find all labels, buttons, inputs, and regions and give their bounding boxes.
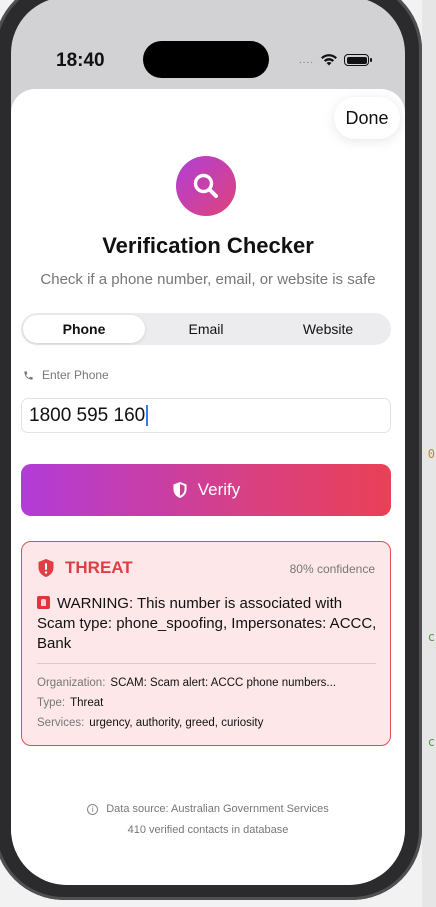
editor-glyph: c [427, 630, 435, 644]
page-subtitle: Check if a phone number, email, or websi… [40, 271, 376, 288]
input-label-text: Enter Phone [42, 368, 109, 382]
text-caret [146, 405, 149, 426]
search-icon [193, 173, 218, 198]
input-label: Enter Phone [23, 368, 109, 382]
siren-icon [37, 596, 50, 609]
result-card: THREAT 80% confidence WARNING: This numb… [21, 541, 391, 746]
detail-type: Type: Threat [37, 697, 382, 709]
info-icon: i [87, 804, 99, 815]
wifi-icon [321, 54, 337, 66]
footer-source-text: Data source: Australian Government Servi… [106, 803, 329, 815]
detail-organization: Organization: SCAM: Scam alert: ACCC phon… [37, 677, 382, 689]
detail-key: Services: [37, 717, 85, 729]
page-title: Verification Checker [102, 233, 314, 258]
background-editor-strip: 0 c c [422, 0, 436, 907]
verify-button[interactable]: Verify [21, 464, 391, 516]
phone-icon [24, 370, 33, 380]
phone-screen: 18:40 .... Done Verification Checker Che… [11, 0, 405, 885]
warning-text: WARNING: This number is associated with … [37, 595, 377, 652]
threat-status: THREAT [65, 558, 133, 577]
tab-email[interactable]: Email [145, 315, 267, 343]
signal-dots: .... [298, 54, 314, 66]
verification-sheet: Done Verification Checker Check if a pho… [11, 89, 405, 885]
battery-icon [344, 54, 372, 66]
footer-source: i Data source: Australian Government Serv… [11, 803, 405, 815]
editor-glyph: c [427, 735, 435, 749]
done-button[interactable]: Done [334, 97, 400, 139]
verify-button-label: Verify [197, 480, 241, 499]
phone-frame: 18:40 .... Done Verification Checker Che… [0, 0, 422, 900]
tab-phone[interactable]: Phone [23, 315, 145, 343]
result-header: THREAT [37, 558, 133, 578]
phone-input[interactable]: 1800 595 160 [21, 398, 391, 433]
detail-key: Type: [37, 697, 66, 709]
detail-services: Services: urgency, authority, greed, curi… [37, 717, 382, 729]
status-time: 18:40 [56, 50, 105, 71]
editor-glyph: 0 [427, 447, 435, 461]
app-icon [176, 156, 236, 216]
detail-key: Organization: [37, 677, 106, 689]
detail-value: Threat [70, 697, 104, 709]
divider [37, 663, 376, 664]
detail-value: urgency, authority, greed, curiosity [89, 717, 264, 729]
status-icons: .... [298, 53, 372, 67]
alert-shield-icon [38, 559, 54, 577]
tab-website[interactable]: Website [267, 315, 389, 343]
warning-message: WARNING: This number is associated with … [37, 594, 382, 654]
detail-value: SCAM: Scam alert: ACCC phone numbers... [110, 677, 337, 689]
confidence-text: 80% confidence [289, 562, 375, 576]
shield-icon [173, 482, 187, 498]
phone-input-value: 1800 595 160 [29, 404, 146, 426]
footer-count: 410 verified contacts in database [127, 824, 289, 836]
dynamic-island [143, 41, 269, 78]
type-segmented-control: Phone Email Website [21, 313, 391, 345]
